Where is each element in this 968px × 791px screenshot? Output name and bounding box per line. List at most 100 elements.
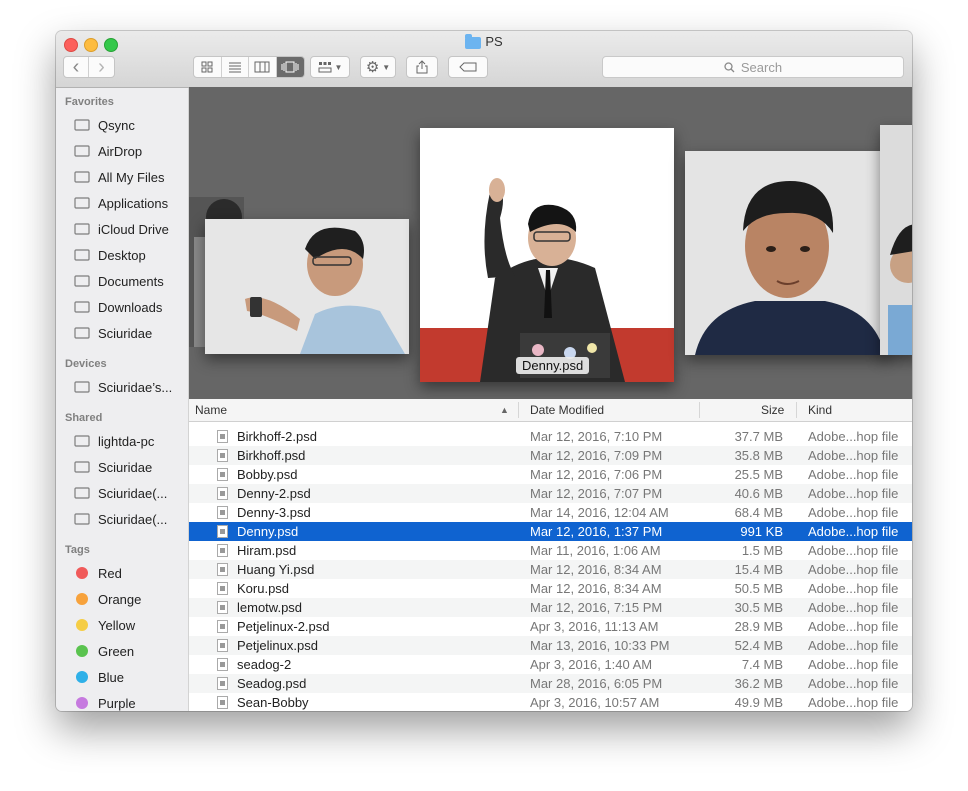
file-row[interactable]: Hiram.psd Mar 11, 2016, 1:06 AM 1.5 MB Adob… (189, 541, 912, 560)
psd-file-icon (217, 658, 228, 671)
cover-image-center[interactable] (420, 128, 674, 382)
file-row[interactable]: Denny-3.psd Mar 14, 2016, 12:04 AM 68.4 MB… (189, 503, 912, 522)
sidebar-item-qsync[interactable]: Qsync (73, 115, 187, 135)
file-date: Mar 14, 2016, 12:04 AM (530, 505, 669, 520)
sidebar-item-desktop[interactable]: Desktop (73, 245, 187, 265)
file-name: Birkhoff.psd (237, 448, 306, 463)
cover-image-left[interactable] (205, 219, 409, 354)
file-row[interactable]: Petjelinux-2.psd Apr 3, 2016, 11:13 AM 28.… (189, 617, 912, 636)
sidebar-item-tag-orange[interactable]: Orange (73, 589, 187, 609)
cover-image-right[interactable] (685, 151, 889, 355)
file-row[interactable]: Sean-Bobby Apr 3, 2016, 10:57 AM 49.9 MB Ad… (189, 693, 912, 711)
all-files-icon (73, 168, 91, 186)
action-button[interactable]: ⚙ ▼ (360, 56, 396, 78)
sidebar-item-icloud-drive[interactable]: iCloud Drive (73, 219, 187, 239)
nas-icon (73, 484, 91, 502)
person-speaking-photo (420, 128, 674, 382)
file-row[interactable]: Huang Yi.psd Mar 12, 2016, 8:34 AM 15.4 MB… (189, 560, 912, 579)
sidebar-item-shared[interactable]: Sciuridae (73, 457, 187, 477)
file-row[interactable]: lemotw.psd Mar 12, 2016, 7:15 PM 30.5 MB Ad… (189, 598, 912, 617)
tags-header: Tags (65, 544, 90, 556)
file-kind: Adobe...hop file (808, 448, 899, 463)
view-mode-control (193, 56, 305, 78)
sidebar-item-tag-blue[interactable]: Blue (73, 667, 187, 687)
airdrop-icon (73, 142, 91, 160)
sidebar-item-label: Red (98, 565, 122, 581)
file-kind: Adobe...hop file (808, 543, 899, 558)
sidebar-item-shared[interactable]: lightda-pc (73, 431, 187, 451)
column-view-button[interactable] (249, 57, 277, 77)
applications-icon (73, 194, 91, 212)
sidebar-item-tag-yellow[interactable]: Yellow (73, 615, 187, 635)
arrange-button[interactable]: ▼ (310, 56, 350, 78)
file-name: Birkhoff-2.psd (237, 429, 317, 444)
sidebar-item-label: Desktop (98, 247, 146, 263)
psd-file-icon (217, 620, 228, 633)
psd-file-icon (217, 639, 228, 652)
search-field[interactable]: Search (602, 56, 904, 78)
sidebar-item-documents[interactable]: Documents (73, 271, 187, 291)
file-kind: Adobe...hop file (808, 619, 899, 634)
forward-button[interactable]: › (89, 56, 114, 78)
file-row[interactable]: Bobby.psd Mar 12, 2016, 7:06 PM 25.5 MB Ado… (189, 465, 912, 484)
column-header-name[interactable]: Name (195, 399, 227, 421)
file-name: Petjelinux-2.psd (237, 619, 330, 634)
file-row[interactable]: Birkhoff-2.psd Mar 12, 2016, 7:10 PM 37.7 … (189, 427, 912, 446)
cover-flow-area[interactable]: Denny.psd (189, 87, 912, 399)
file-row[interactable]: Denny.psd Mar 12, 2016, 1:37 PM 991 KB Adob… (189, 522, 912, 541)
gear-icon: ⚙ (365, 59, 380, 76)
file-date: Mar 12, 2016, 7:07 PM (530, 486, 663, 501)
sidebar-item-sciuridae[interactable]: Sciuridae (73, 323, 187, 343)
sidebar-item-tag-purple[interactable]: Purple (73, 693, 187, 711)
file-name: Sean-Bobby (237, 695, 309, 710)
file-date: Mar 12, 2016, 8:34 AM (530, 562, 662, 577)
file-size: 7.4 MB (741, 657, 783, 672)
sidebar-item-tag-red[interactable]: Red (73, 563, 187, 583)
sort-ascending-icon[interactable]: ▲ (500, 399, 509, 421)
file-row[interactable]: Denny-2.psd Mar 12, 2016, 7:07 PM 40.6 MB A… (189, 484, 912, 503)
file-size: 40.6 MB (734, 486, 783, 501)
file-size: 25.5 MB (734, 467, 783, 482)
file-size: 28.9 MB (734, 619, 783, 634)
file-row[interactable]: seadog-2 Apr 3, 2016, 1:40 AM 7.4 MB Adobe.… (189, 655, 912, 674)
file-name: seadog-2 (237, 657, 292, 672)
tags-button[interactable] (448, 56, 488, 78)
sidebar-item-tag-green[interactable]: Green (73, 641, 187, 661)
coverflow-view-button[interactable] (276, 57, 304, 77)
file-date: Mar 28, 2016, 6:05 PM (530, 676, 663, 691)
sidebar-item-all-my-files[interactable]: All My Files (73, 167, 187, 187)
file-row[interactable]: Birkhoff.psd Mar 12, 2016, 7:09 PM 35.8 MB… (189, 446, 912, 465)
column-header-size[interactable]: Size (761, 399, 784, 421)
cover-image-partial-right[interactable] (880, 125, 912, 355)
file-row[interactable]: Seadog.psd Mar 28, 2016, 6:05 PM 36.2 MB Ad… (189, 674, 912, 693)
sidebar-item-shared[interactable]: Sciuridae(... (73, 483, 187, 503)
file-date: Mar 12, 2016, 7:09 PM (530, 448, 663, 463)
psd-file-icon (217, 487, 228, 500)
file-size: 50.5 MB (734, 581, 783, 596)
list-view-button[interactable] (222, 57, 249, 77)
sidebar-item-applications[interactable]: Applications (73, 193, 187, 213)
person-phone-photo (205, 219, 409, 354)
file-kind: Adobe...hop file (808, 676, 899, 691)
file-list[interactable]: Birkhoff-2.psd Mar 12, 2016, 7:10 PM 37.7 … (189, 422, 912, 711)
file-kind: Adobe...hop file (808, 600, 899, 615)
file-size: 36.2 MB (734, 676, 783, 691)
sidebar-item-downloads[interactable]: Downloads (73, 297, 187, 317)
sidebar-item-shared[interactable]: Sciuridae(... (73, 509, 187, 529)
file-row[interactable]: Petjelinux.psd Mar 13, 2016, 10:33 PM 52.4… (189, 636, 912, 655)
file-date: Mar 12, 2016, 7:10 PM (530, 429, 663, 444)
column-header-date[interactable]: Date Modified (530, 399, 604, 421)
sidebar-item-label: All My Files (98, 169, 165, 185)
file-kind: Adobe...hop file (808, 638, 899, 653)
tag-color-dot-icon (76, 671, 88, 683)
share-button[interactable] (406, 56, 438, 78)
icon-view-button[interactable] (194, 57, 222, 77)
psd-file-icon (217, 430, 228, 443)
back-button[interactable]: ‹ (64, 56, 90, 78)
column-header-kind[interactable]: Kind (808, 399, 832, 421)
icon-view-icon (201, 61, 213, 73)
folder-icon (465, 34, 482, 49)
sidebar-item-device[interactable]: Sciuridae’s... (73, 377, 187, 397)
sidebar-item-airdrop[interactable]: AirDrop (73, 141, 187, 161)
file-row[interactable]: Koru.psd Mar 12, 2016, 8:34 AM 50.5 MB Adob… (189, 579, 912, 598)
